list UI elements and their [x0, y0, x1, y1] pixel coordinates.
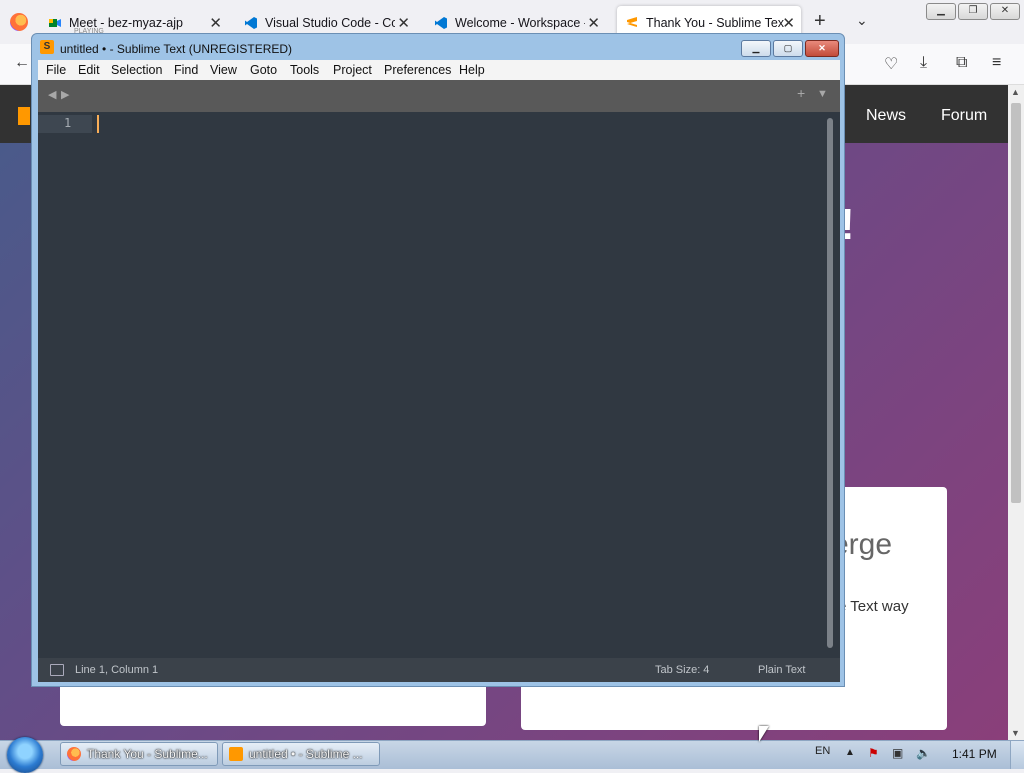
minimize-button[interactable]: ▁	[926, 3, 956, 20]
taskbar-button-label: Thank You - Sublime...	[87, 747, 208, 761]
nav-link-news[interactable]: News	[866, 107, 906, 125]
line-number: 1	[64, 116, 72, 130]
vscode-icon	[435, 17, 447, 29]
extensions-icon[interactable]: ⧉	[956, 54, 967, 72]
taskbar-button-label: untitled • - Sublime ...	[249, 747, 363, 761]
browser-tab-title: Thank You - Sublime Text	[646, 16, 784, 30]
new-tab-button[interactable]: +	[814, 10, 826, 33]
tab-scroll-left-icon[interactable]: ◀	[48, 88, 56, 101]
menu-edit[interactable]: Edit	[78, 63, 100, 77]
close-button[interactable]: ✕	[990, 3, 1020, 20]
tab-scroll-right-icon[interactable]: ▶	[61, 88, 69, 101]
card-text-fragment: e Text way	[838, 598, 909, 615]
action-center-flag-icon[interactable]: ⚑	[868, 746, 879, 760]
text-caret	[97, 115, 99, 133]
menu-view[interactable]: View	[210, 63, 237, 77]
clock[interactable]: 1:41 PM	[952, 747, 997, 761]
close-tab-icon[interactable]: ✕	[587, 14, 600, 32]
menu-selection[interactable]: Selection	[111, 63, 162, 77]
editor-tab-bar: ◀ ▶ + ▼	[38, 80, 840, 112]
firefox-icon	[67, 747, 81, 761]
sublime-logo-icon	[18, 107, 30, 125]
taskbar-button-sublime[interactable]: untitled • - Sublime ...	[222, 742, 380, 766]
nav-link-forum[interactable]: Forum	[941, 107, 987, 125]
menu-preferences[interactable]: Preferences	[384, 63, 451, 77]
menu-bar: File Edit Selection Find View Goto Tools…	[38, 60, 840, 80]
menu-project[interactable]: Project	[333, 63, 372, 77]
close-tab-icon[interactable]: ✕	[397, 14, 410, 32]
menu-file[interactable]: File	[46, 63, 66, 77]
back-arrow-icon[interactable]: ←	[14, 54, 30, 72]
vscode-icon	[245, 17, 257, 29]
menu-icon[interactable]: ≡	[992, 54, 1001, 72]
show-hidden-icons-icon[interactable]: ▲	[845, 747, 855, 758]
language-indicator[interactable]: EN	[815, 745, 830, 757]
maximize-button[interactable]: ▢	[773, 40, 803, 57]
sublime-icon	[627, 17, 637, 27]
syntax-selector[interactable]: Plain Text	[758, 664, 806, 676]
panel-toggle-icon[interactable]	[50, 664, 64, 676]
cursor-position: Line 1, Column 1	[75, 664, 159, 676]
firefox-logo-icon	[10, 13, 28, 31]
pocket-icon[interactable]: ♡	[884, 54, 898, 74]
status-bar: Line 1, Column 1 Tab Size: 4 Plain Text	[38, 658, 840, 682]
new-tab-plus-icon[interactable]: +	[797, 85, 805, 101]
minimize-button[interactable]: ▁	[741, 40, 771, 57]
browser-tab-title: Visual Studio Code - Cod	[265, 16, 395, 30]
close-tab-icon[interactable]: ✕	[209, 14, 222, 32]
menu-goto[interactable]: Goto	[250, 63, 277, 77]
page-scrollbar[interactable]: ▲ ▼	[1008, 85, 1024, 740]
close-tab-icon[interactable]: ✕	[782, 14, 795, 32]
menu-help[interactable]: Help	[459, 63, 485, 77]
scroll-up-icon[interactable]: ▲	[1011, 87, 1020, 97]
list-all-tabs-button[interactable]: ⌄	[856, 12, 868, 29]
volume-muted-icon[interactable]: 🔈	[916, 746, 931, 760]
windows-taskbar: Thank You - Sublime... untitled • - Subl…	[0, 737, 1024, 773]
feature-card	[60, 686, 486, 726]
menu-tools[interactable]: Tools	[290, 63, 319, 77]
editor-area[interactable]: 1	[38, 112, 840, 658]
window-titlebar[interactable]: S untitled • - Sublime Text (UNREGISTERE…	[32, 34, 844, 60]
taskbar-button-firefox[interactable]: Thank You - Sublime...	[60, 742, 218, 766]
google-meet-icon	[49, 19, 61, 27]
tab-list-dropdown-icon[interactable]: ▼	[817, 88, 828, 100]
show-desktop-button[interactable]	[1010, 741, 1024, 769]
menu-find[interactable]: Find	[174, 63, 198, 77]
sublime-icon	[229, 747, 243, 761]
restore-button[interactable]: ❐	[958, 3, 988, 20]
sublime-logo-icon: S	[40, 40, 54, 54]
scroll-down-icon[interactable]: ▼	[1011, 728, 1020, 738]
tab-size-selector[interactable]: Tab Size: 4	[655, 664, 709, 676]
sublime-text-window: S untitled • - Sublime Text (UNREGISTERE…	[31, 33, 845, 687]
network-icon[interactable]: ▣	[892, 746, 903, 760]
browser-tab-title: Welcome - Workspace -	[455, 16, 585, 30]
scrollbar-thumb[interactable]	[1011, 103, 1021, 503]
close-button[interactable]: ✕	[805, 40, 839, 57]
window-title: untitled • - Sublime Text (UNREGISTERED)	[60, 42, 293, 56]
downloads-icon[interactable]: ⤓	[920, 54, 927, 72]
editor-scrollbar[interactable]	[827, 118, 833, 648]
mouse-cursor-icon	[759, 726, 769, 742]
